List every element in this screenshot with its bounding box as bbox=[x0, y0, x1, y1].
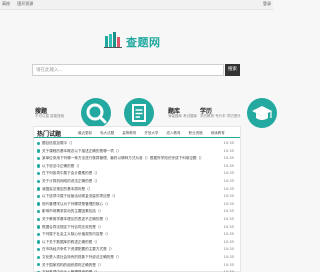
feature-subtitle: 海量题库 考试题库 bbox=[168, 114, 198, 118]
question-title[interactable]: 我国宪法规定的基本原则是（） bbox=[42, 187, 207, 192]
question-time: 10:35 bbox=[223, 216, 234, 221]
question-title[interactable]: 关于教育学基本理论的表述不正确的是（） bbox=[42, 217, 207, 222]
tab-open-university[interactable]: 开放大学 bbox=[144, 131, 158, 136]
question-title[interactable]: 影响市场需求变动的主要因素包括（） bbox=[42, 209, 207, 214]
bullet-icon bbox=[37, 232, 41, 237]
magnifier-icon bbox=[81, 98, 111, 128]
tab-adult-education[interactable]: 成人教育 bbox=[167, 131, 181, 136]
site-logo[interactable]: 查题网 bbox=[104, 31, 174, 49]
question-time: 10:35 bbox=[223, 148, 234, 153]
hot-tabs: 最近更新 电大试题 高等教育 开放大学 成人教育 职业资格 继续教育 bbox=[78, 131, 232, 136]
list-item[interactable]: 文化是人类社会特有的现象下列说法正确的是（） 10:35 bbox=[37, 254, 237, 262]
question-title[interactable]: 根据合同法规定下列合同无效的是（） bbox=[42, 225, 207, 230]
list-item[interactable]: 在市场经济条件下资源配置的主要方式是（） 10:35 bbox=[37, 246, 237, 254]
list-item[interactable]: 以下关于数据库的叙述正确的是（） 10:35 bbox=[37, 239, 237, 247]
question-time: 10:35 bbox=[223, 171, 234, 176]
hot-questions-title: 热门试题 bbox=[37, 131, 62, 138]
list-item[interactable]: 以下选项中属于经营活动现金流量的项目是（） 10:35 bbox=[37, 193, 237, 201]
question-time: 10:35 bbox=[223, 239, 234, 244]
bullet-icon bbox=[37, 164, 41, 168]
bullet-icon bbox=[37, 202, 41, 206]
tab-vocational-qualification[interactable]: 职业资格 bbox=[189, 131, 203, 136]
question-time: 10:35 bbox=[223, 224, 234, 229]
question-title[interactable]: 关于计算机网络的说法正确的是（） bbox=[42, 179, 207, 184]
top-links: 高校 国开资源 bbox=[2, 1, 39, 7]
bullet-icon bbox=[37, 255, 41, 259]
bullet-icon bbox=[37, 141, 41, 145]
question-title[interactable]: 以下关于数据库的叙述正确的是（） bbox=[42, 240, 207, 245]
list-item[interactable]: 我国宪法规定的基本原则是（） 10:35 bbox=[37, 186, 237, 194]
question-time: 10:35 bbox=[223, 186, 234, 191]
tab-latest[interactable]: 最近更新 bbox=[78, 131, 92, 136]
tab-open-university-exams[interactable]: 电大试题 bbox=[100, 131, 114, 136]
question-title[interactable]: 文化是人类社会特有的现象下列说法正确的是（） bbox=[42, 255, 207, 260]
list-item[interactable]: 题目信息加载中（） 10:35 bbox=[37, 140, 237, 148]
bullet-icon bbox=[37, 187, 41, 191]
login-link[interactable]: 登录 bbox=[263, 1, 271, 7]
question-time: 10:35 bbox=[223, 194, 234, 199]
question-title[interactable]: 下列属于社会主义核心价值观的内容是（） bbox=[42, 232, 207, 237]
question-time: 10:35 bbox=[223, 201, 234, 206]
books-logo-icon bbox=[104, 32, 122, 48]
search-button[interactable]: 搜索 bbox=[225, 64, 240, 76]
bullet-icon bbox=[37, 217, 41, 221]
bullet-icon bbox=[37, 171, 41, 176]
question-title[interactable]: 关于国家机构的组织原则正确的是（） bbox=[42, 263, 207, 268]
question-time: 10:35 bbox=[223, 262, 234, 267]
tab-higher-education[interactable]: 高等教育 bbox=[122, 131, 136, 136]
question-title[interactable]: 在下列各项中属于会计要素的是（） bbox=[42, 171, 207, 176]
list-item[interactable]: 根据合同法规定下列合同无效的是（） 10:35 bbox=[37, 224, 237, 232]
list-item[interactable]: 某单位采用下列哪一种方法进行核算管理，最终以哪种方式为准（）根据所学知识完成下列… bbox=[37, 155, 237, 163]
bullet-icon bbox=[37, 156, 41, 161]
question-time: 10:35 bbox=[223, 156, 234, 161]
bullet-icon bbox=[37, 194, 41, 199]
bullet-icon bbox=[37, 149, 41, 153]
list-item[interactable]: 以下说法中正确的是（） 10:35 bbox=[37, 163, 237, 171]
site-name: 查题网 bbox=[126, 36, 161, 49]
question-time: 10:35 bbox=[223, 254, 234, 259]
list-item[interactable]: 关于课程的基本概念以下描述正确的是哪一项（） 10:35 bbox=[37, 148, 237, 156]
question-time: 10:35 bbox=[223, 178, 234, 183]
list-item[interactable]: 现代管理学认为下列哪项是管理的核心（） 10:35 bbox=[37, 201, 237, 209]
list-item[interactable]: 在下列各项中属于会计要素的是（） 10:35 bbox=[37, 170, 237, 178]
graduation-cap-icon bbox=[247, 98, 277, 128]
feature-subtitle: 学历教育 专升本 学历提升 bbox=[200, 114, 241, 118]
search-input[interactable]: 请在此输入... bbox=[32, 64, 224, 76]
list-item[interactable]: 影响市场需求变动的主要因素包括（） 10:35 bbox=[37, 208, 237, 216]
question-title[interactable]: 以下说法中正确的是（） bbox=[42, 164, 207, 169]
hot-question-list: 题目信息加载中（） 10:35 关于课程的基本概念以下描述正确的是哪一项（） 10:3… bbox=[37, 140, 237, 272]
tab-continuing-education[interactable]: 继续教育 bbox=[211, 131, 225, 136]
question-title[interactable]: 某单位采用下列哪一种方法进行核算管理，最终以哪种方式为准（）根据所学知识完成下列… bbox=[42, 156, 207, 161]
question-time: 10:35 bbox=[223, 163, 234, 168]
bullet-icon bbox=[37, 225, 41, 229]
list-item[interactable]: 关于国家机构的组织原则正确的是（） 10:35 bbox=[37, 262, 237, 270]
hot-questions-header: 热门试题 最近更新 电大试题 高等教育 开放大学 成人教育 职业资格 继续教育 bbox=[34, 127, 240, 138]
top-link-colleges[interactable]: 高校 bbox=[2, 1, 10, 6]
question-title[interactable]: 题目信息加载中（） bbox=[42, 141, 207, 146]
list-item[interactable]: 下列属于社会主义核心价值观的内容是（） 10:35 bbox=[37, 231, 237, 239]
hot-questions-panel: 热门试题 最近更新 电大试题 高等教育 开放大学 成人教育 职业资格 继续教育 … bbox=[33, 126, 241, 272]
bullet-icon bbox=[37, 209, 41, 214]
question-title[interactable]: 现代管理学认为下列哪项是管理的核心（） bbox=[42, 202, 207, 207]
question-time: 10:35 bbox=[223, 141, 234, 145]
top-link-resources[interactable]: 国开资源 bbox=[17, 1, 33, 6]
bullet-icon bbox=[37, 263, 41, 267]
list-item[interactable]: 关于教育学基本理论的表述不正确的是（） 10:35 bbox=[37, 216, 237, 224]
bullet-icon bbox=[37, 240, 41, 244]
search-bar: 请在此输入... 搜索 bbox=[32, 64, 241, 76]
bullet-icon bbox=[37, 179, 41, 183]
question-title[interactable]: 以下选项中属于经营活动现金流量的项目是（） bbox=[42, 194, 207, 199]
top-bar: 高校 国开资源 登录 bbox=[0, 0, 273, 10]
bullet-icon bbox=[37, 247, 41, 252]
question-time: 10:35 bbox=[223, 232, 234, 237]
feature-subtitle: 不可以直 智能搜索 bbox=[35, 114, 65, 118]
question-title[interactable]: 在市场经济条件下资源配置的主要方式是（） bbox=[42, 247, 207, 252]
question-title[interactable]: 关于课程的基本概念以下描述正确的是哪一项（） bbox=[42, 149, 207, 154]
question-time: 10:35 bbox=[223, 247, 234, 252]
question-time: 10:35 bbox=[223, 209, 234, 214]
list-item[interactable]: 关于计算机网络的说法正确的是（） 10:35 bbox=[37, 178, 237, 186]
document-icon bbox=[124, 98, 154, 128]
